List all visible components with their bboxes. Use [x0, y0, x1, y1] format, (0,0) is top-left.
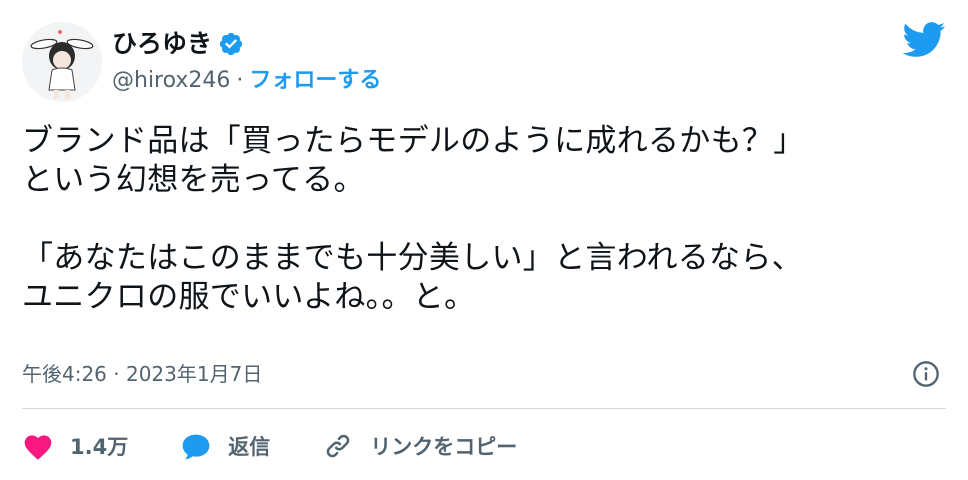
- copy-link-label: リンクをコピー: [370, 435, 518, 459]
- like-count: 1.4万: [70, 435, 129, 459]
- tweet-line: という幻想を売ってる。: [22, 162, 365, 198]
- reply-bubble-icon: [182, 434, 210, 460]
- twitter-bird-icon[interactable]: [902, 22, 946, 58]
- tweet-timestamp[interactable]: 午後4:26 · 2023年1月7日: [22, 360, 262, 388]
- separator: ·: [236, 68, 244, 93]
- tweet-line: ユニクロの服でいいよね。。と。: [22, 279, 476, 315]
- name-row: ひろゆき: [112, 28, 244, 60]
- display-name[interactable]: ひろゆき: [112, 28, 212, 60]
- copy-link-button[interactable]: リンクをコピー: [322, 431, 517, 461]
- info-icon[interactable]: [912, 360, 940, 388]
- verified-badge-icon: [218, 31, 244, 57]
- divider: [22, 408, 946, 409]
- reply-button[interactable]: 返信: [180, 431, 270, 461]
- reply-label: 返信: [228, 435, 271, 459]
- heart-icon: [24, 435, 52, 460]
- follow-button[interactable]: フォローする: [249, 66, 381, 96]
- link-icon: [326, 434, 350, 458]
- avatar[interactable]: [22, 22, 102, 102]
- tweet-text: ブランド品は「買ったらモデルのように成れるかも？」 という幻想を売ってる。 「あ…: [22, 122, 946, 317]
- like-button[interactable]: 1.4万: [22, 431, 128, 461]
- tweet-line: ブランド品は「買ったらモデルのように成れるかも？」: [22, 123, 805, 159]
- tweet-card: ひろゆき @hirox246 · フォローする ブランド品は「買ったらモデルのよ…: [0, 0, 968, 480]
- tweet-line: 「あなたはこのままでも十分美しい」と言われるなら、: [22, 240, 803, 276]
- user-handle[interactable]: @hirox246: [112, 66, 230, 96]
- handle-row: @hirox246 · フォローする: [112, 66, 381, 96]
- action-bar: 1.4万 返信 リンクをコピー: [22, 426, 569, 466]
